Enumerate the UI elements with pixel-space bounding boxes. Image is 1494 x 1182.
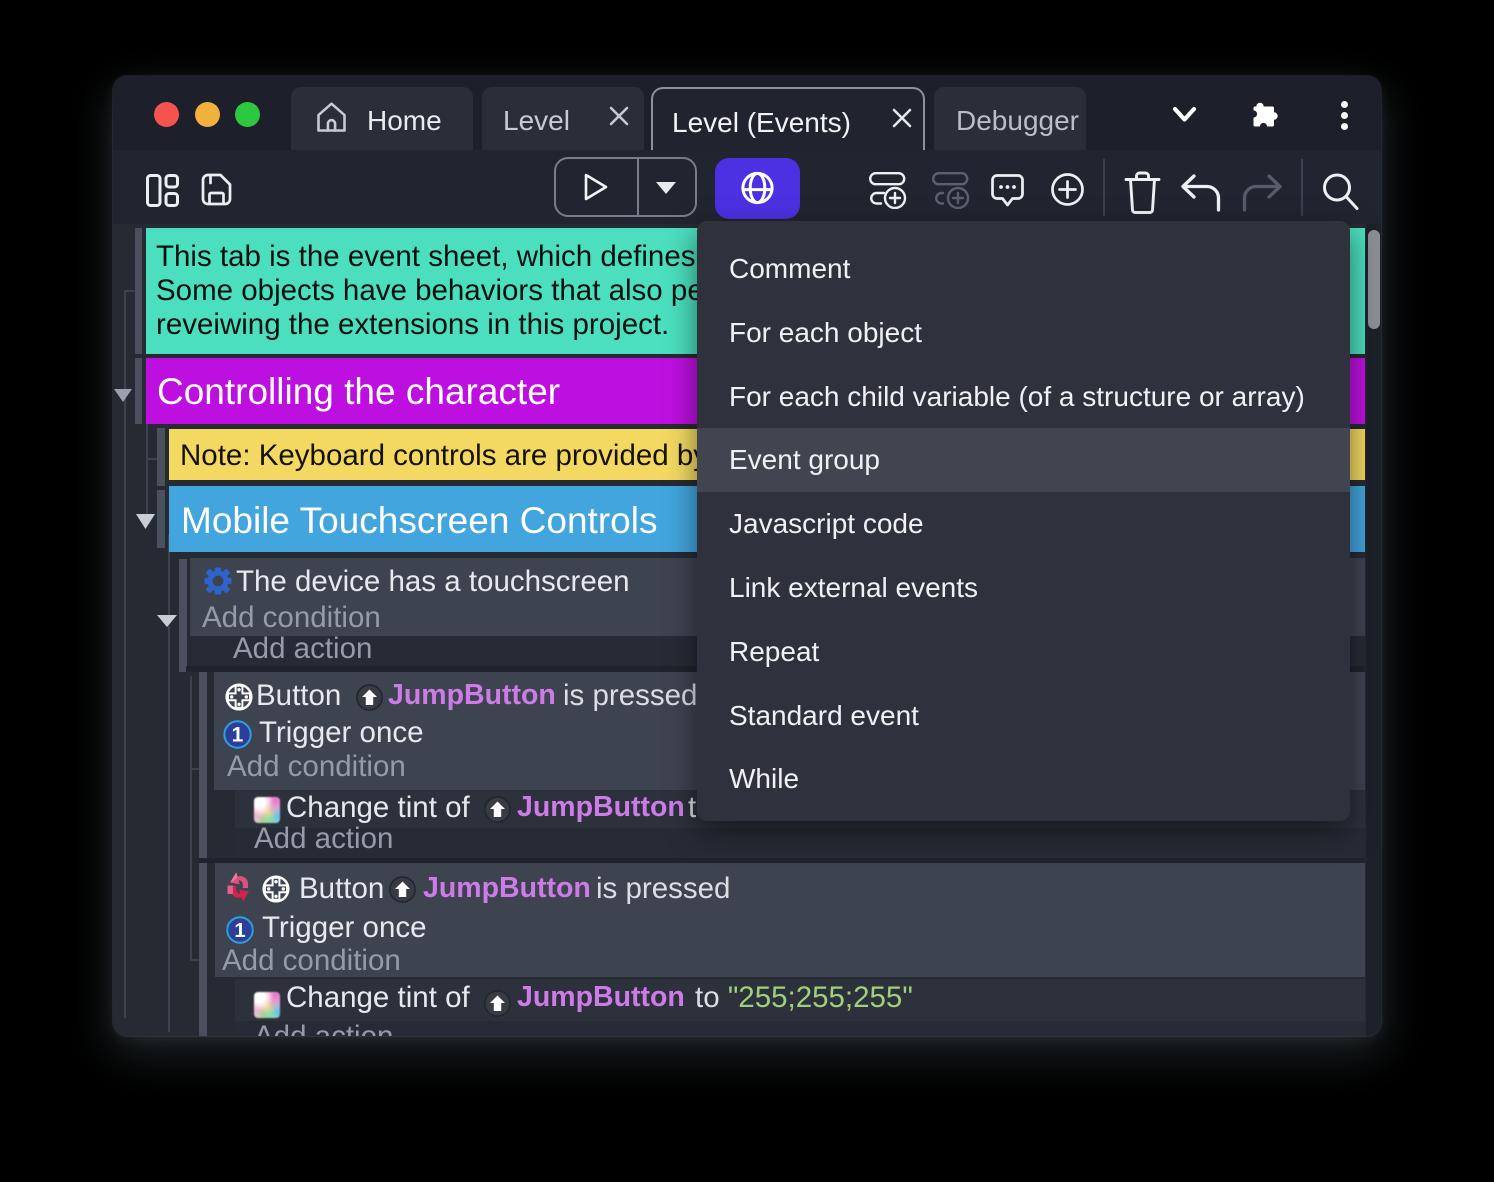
- svg-text:1: 1: [232, 724, 244, 747]
- svg-text:1: 1: [234, 920, 245, 942]
